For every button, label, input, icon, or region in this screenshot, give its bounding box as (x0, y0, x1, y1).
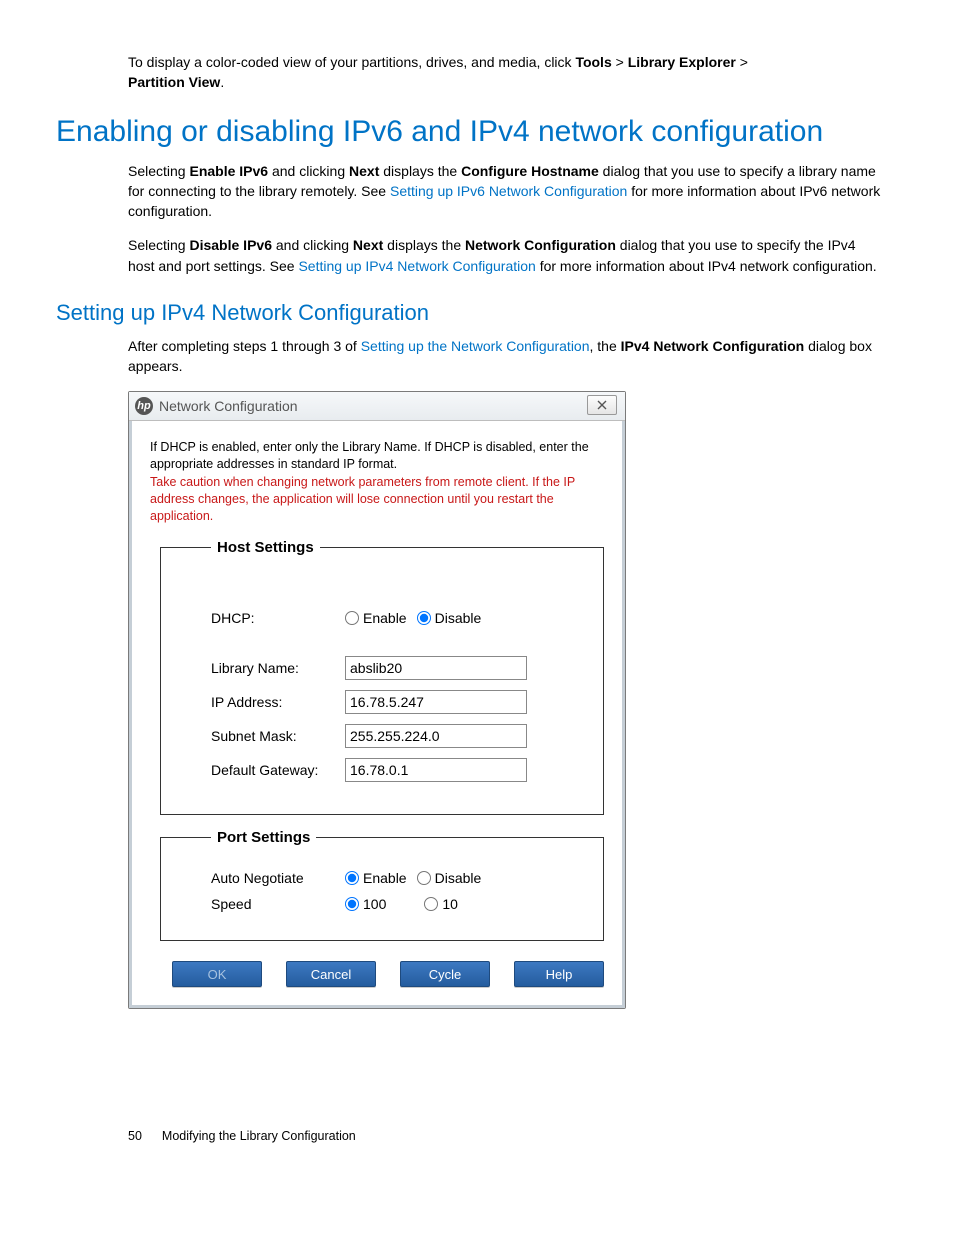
partition-view-menu: Partition View (128, 74, 220, 90)
paragraph-disable-ipv6: Selecting Disable IPv6 and clicking Next… (128, 235, 884, 276)
chapter-name: Modifying the Library Configuration (162, 1129, 356, 1143)
speed-10-radio[interactable]: 10 (424, 896, 458, 912)
page-footer: 50 Modifying the Library Configuration (128, 1129, 884, 1143)
dialog-instructions: If DHCP is enabled, enter only the Libra… (150, 439, 604, 473)
dialog-titlebar[interactable]: hp Network Configuration (129, 392, 625, 421)
intro-paragraph: To display a color-coded view of your pa… (128, 52, 884, 93)
separator-icon: > (736, 54, 748, 70)
auto-disable-radio[interactable]: Disable (417, 870, 482, 886)
paragraph-enable-ipv6: Selecting Enable IPv6 and clicking Next … (128, 161, 884, 222)
section-heading: Enabling or disabling IPv6 and IPv4 netw… (56, 115, 884, 149)
separator-icon: > (612, 54, 628, 70)
default-gateway-label: Default Gateway: (211, 762, 345, 778)
subnet-mask-input[interactable] (345, 724, 527, 748)
dialog-title: Network Configuration (159, 398, 298, 414)
default-gateway-input[interactable] (345, 758, 527, 782)
library-name-input[interactable] (345, 656, 527, 680)
cycle-button[interactable]: Cycle (400, 961, 490, 987)
subsection-heading: Setting up IPv4 Network Configuration (56, 300, 884, 326)
tools-menu: Tools (575, 54, 611, 70)
dialog-warning: Take caution when changing network param… (150, 474, 604, 525)
ipv6-config-link[interactable]: Setting up IPv6 Network Configuration (390, 183, 627, 199)
dhcp-label: DHCP: (211, 610, 345, 626)
page-number: 50 (128, 1129, 142, 1143)
speed-100-radio[interactable]: 100 (345, 896, 386, 912)
dhcp-enable-radio[interactable]: Enable (345, 610, 407, 626)
subnet-mask-label: Subnet Mask: (211, 728, 345, 744)
network-config-link[interactable]: Setting up the Network Configuration (361, 338, 590, 354)
library-name-label: Library Name: (211, 660, 345, 676)
intro-text: To display a color-coded view of your pa… (128, 54, 575, 70)
ok-button[interactable]: OK (172, 961, 262, 987)
period: . (220, 74, 224, 90)
auto-enable-radio[interactable]: Enable (345, 870, 407, 886)
host-settings-legend: Host Settings (211, 539, 320, 556)
port-settings-legend: Port Settings (211, 829, 316, 846)
host-settings-group: Host Settings DHCP: Enable Disable Libra… (160, 539, 604, 815)
ip-address-label: IP Address: (211, 694, 345, 710)
ipv4-config-link[interactable]: Setting up IPv4 Network Configuration (298, 258, 535, 274)
paragraph-after-steps: After completing steps 1 through 3 of Se… (128, 336, 884, 377)
network-config-dialog: hp Network Configuration If DHCP is enab… (128, 391, 626, 1009)
library-explorer-menu: Library Explorer (628, 54, 736, 70)
port-settings-group: Port Settings Auto Negotiate Enable Disa… (160, 829, 604, 941)
ip-address-input[interactable] (345, 690, 527, 714)
cancel-button[interactable]: Cancel (286, 961, 376, 987)
help-button[interactable]: Help (514, 961, 604, 987)
dhcp-disable-radio[interactable]: Disable (417, 610, 482, 626)
auto-negotiate-label: Auto Negotiate (211, 870, 345, 886)
hp-logo-icon: hp (135, 397, 153, 415)
close-icon[interactable] (587, 395, 617, 415)
speed-label: Speed (211, 896, 345, 912)
